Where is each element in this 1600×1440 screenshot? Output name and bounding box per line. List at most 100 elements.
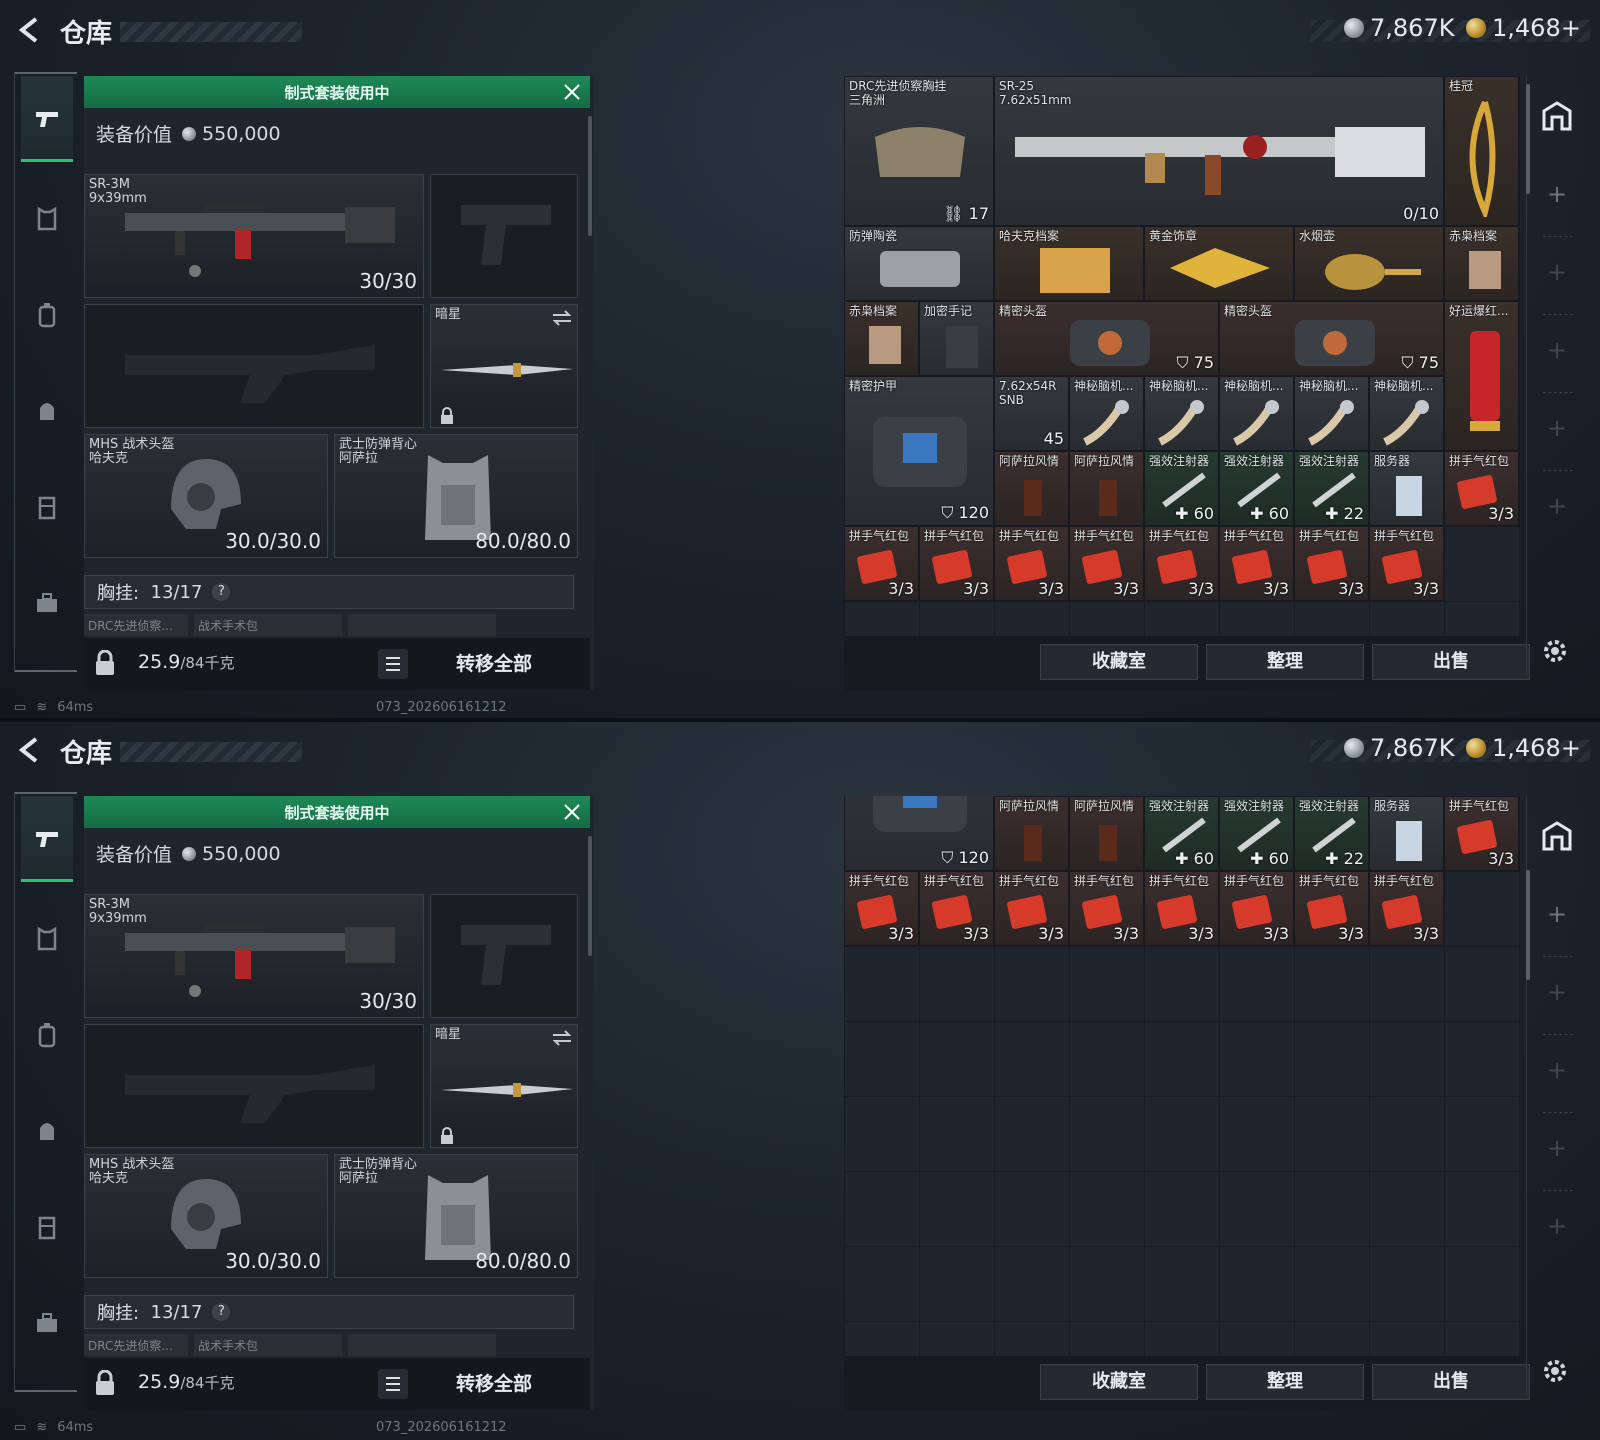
chest-item-empty[interactable] xyxy=(348,614,496,636)
item-owl-file[interactable]: 赤枭档案 xyxy=(1444,226,1519,301)
stash-tab-main[interactable] xyxy=(1537,816,1577,856)
help-icon[interactable]: ? xyxy=(212,1303,231,1321)
item-gold-badge[interactable]: 黄金饰章 xyxy=(1144,226,1294,301)
help-icon[interactable]: ? xyxy=(212,583,231,601)
item-ceramic-plate[interactable]: 防弹陶瓷 xyxy=(844,226,994,301)
body-armor-slot[interactable]: 武士防弹背心 阿萨拉 80.0/80.0 xyxy=(334,1154,578,1278)
item-injector[interactable]: 强效注射器 ✚ 60 xyxy=(1144,451,1219,526)
item-red-envelope[interactable]: 拼手气红包 3/3 xyxy=(1369,526,1444,601)
item-brain-chip[interactable]: 神秘脑机... xyxy=(1294,376,1369,451)
back-arrow-icon[interactable] xyxy=(16,736,44,764)
stash-tab-main[interactable] xyxy=(1537,96,1577,136)
lock-icon[interactable] xyxy=(94,1370,116,1396)
add-tab-button[interactable]: + xyxy=(1537,972,1577,1012)
lock-icon[interactable] xyxy=(94,650,116,676)
close-icon[interactable] xyxy=(562,82,582,102)
item-brain-chip[interactable]: 神秘脑机... xyxy=(1219,376,1294,451)
currency-gold[interactable]: 1,468+ xyxy=(1466,734,1581,762)
nav-container[interactable] xyxy=(21,464,73,550)
primary-weapon-slot[interactable]: SR-3M 9x39mm 30/30 xyxy=(84,894,424,1018)
sort-button[interactable]: 整理 xyxy=(1206,1364,1364,1400)
nav-weapons[interactable] xyxy=(21,796,73,882)
nav-armor[interactable] xyxy=(21,896,73,982)
primary-weapon-slot[interactable]: SR-3M 9x39mm 30/30 xyxy=(84,174,424,298)
item-injector[interactable]: 强效注射器 ✚ 22 xyxy=(1294,796,1369,871)
item-injector[interactable]: 强效注射器 ✚ 60 xyxy=(1219,796,1294,871)
item-asala-drink[interactable]: 阿萨拉风情 xyxy=(1069,451,1144,526)
add-tab-button[interactable]: + xyxy=(1537,408,1577,448)
back-arrow-icon[interactable] xyxy=(16,16,44,44)
secondary-weapon-slot-empty[interactable] xyxy=(84,304,424,428)
chest-item[interactable]: 战术手术包 xyxy=(194,1334,342,1356)
item-asala-drink[interactable]: 阿萨拉风情 xyxy=(994,451,1069,526)
add-tab-button[interactable]: + xyxy=(1537,174,1577,214)
item-red-envelope[interactable]: 拼手气红包 3/3 xyxy=(919,526,994,601)
add-tab-button[interactable]: + xyxy=(1537,1050,1577,1090)
item-precision-armor[interactable]: 精密护甲 ⛉ 120 xyxy=(844,376,994,526)
item-ammo-762x54r[interactable]: 7.62x54R SNB 45 xyxy=(994,376,1069,451)
list-button[interactable] xyxy=(378,1369,408,1399)
item-lucky-firecracker[interactable]: 好运爆红... xyxy=(1444,301,1519,451)
transfer-all-button[interactable]: 转移全部 xyxy=(424,648,564,680)
item-asala-drink[interactable]: 阿萨拉风情 xyxy=(994,796,1069,871)
item-server[interactable]: 服务器 xyxy=(1369,796,1444,871)
item-encrypted-notes[interactable]: 加密手记 xyxy=(919,301,994,376)
collection-room-button[interactable]: 收藏室 xyxy=(1040,644,1198,680)
body-armor-slot[interactable]: 武士防弹背心 阿萨拉 80.0/80.0 xyxy=(334,434,578,558)
scrollbar[interactable] xyxy=(588,116,592,236)
pistol-slot-empty[interactable] xyxy=(430,174,578,298)
item-precision-helmet[interactable]: 精密头盔 ⛉ 75 xyxy=(994,301,1219,376)
item-brain-chip[interactable]: 神秘脑机... xyxy=(1369,376,1444,451)
add-tab-button[interactable]: + xyxy=(1537,1128,1577,1168)
nav-chest-rig[interactable] xyxy=(21,368,73,454)
chest-item[interactable]: DRC先进侦察... xyxy=(84,614,188,636)
sell-button[interactable]: 出售 xyxy=(1372,1364,1530,1400)
gear-icon[interactable] xyxy=(1540,1356,1570,1386)
close-icon[interactable] xyxy=(562,802,582,822)
item-brain-chip[interactable]: 神秘脑机... xyxy=(1069,376,1144,451)
nav-chest-rig[interactable] xyxy=(21,1088,73,1174)
item-sr-25[interactable]: SR-25 7.62x51mm 0/10 xyxy=(994,76,1444,226)
nav-backpack[interactable] xyxy=(21,272,73,358)
item-red-envelope[interactable]: 拼手气红包 3/3 xyxy=(844,526,919,601)
item-red-envelope[interactable]: 拼手气红包 3/3 xyxy=(1069,526,1144,601)
add-tab-button[interactable]: + xyxy=(1537,486,1577,526)
item-laurel-crown[interactable]: 桂冠 xyxy=(1444,76,1519,226)
list-button[interactable] xyxy=(378,649,408,679)
chest-item[interactable]: 战术手术包 xyxy=(194,614,342,636)
melee-slot[interactable]: 暗星 xyxy=(430,304,578,428)
chest-item[interactable]: DRC先进侦察... xyxy=(84,1334,188,1356)
item-injector[interactable]: 强效注射器 ✚ 60 xyxy=(1144,796,1219,871)
nav-weapons[interactable] xyxy=(21,76,73,162)
add-tab-button[interactable]: + xyxy=(1537,1206,1577,1246)
sort-button[interactable]: 整理 xyxy=(1206,644,1364,680)
item-red-envelope[interactable]: 拼手气红包 3/3 xyxy=(994,871,1069,946)
add-tab-button[interactable]: + xyxy=(1537,252,1577,292)
item-red-envelope[interactable]: 拼手气红包 3/3 xyxy=(1294,526,1369,601)
item-red-envelope[interactable]: 拼手气红包 3/3 xyxy=(1294,871,1369,946)
item-haavk-file[interactable]: 哈夫克档案 xyxy=(994,226,1144,301)
nav-armor[interactable] xyxy=(21,176,73,262)
gear-icon[interactable] xyxy=(1540,636,1570,666)
item-injector[interactable]: 强效注射器 ✚ 22 xyxy=(1294,451,1369,526)
item-server[interactable]: 服务器 xyxy=(1369,451,1444,526)
item-owl-file[interactable]: 赤枭档案 xyxy=(844,301,919,376)
add-tab-button[interactable]: + xyxy=(1537,894,1577,934)
swap-icon[interactable] xyxy=(551,1029,573,1047)
scrollbar[interactable] xyxy=(588,836,592,956)
item-red-envelope[interactable]: 拼手气红包 3/3 xyxy=(1069,871,1144,946)
helmet-slot[interactable]: MHS 战术头盔 哈夫克 30.0/30.0 xyxy=(84,434,328,558)
pistol-slot-empty[interactable] xyxy=(430,894,578,1018)
item-red-envelope[interactable]: 拼手气红包 3/3 xyxy=(994,526,1069,601)
item-brain-chip[interactable]: 神秘脑机... xyxy=(1144,376,1219,451)
item-red-envelope[interactable]: 拼手气红包 3/3 xyxy=(1444,451,1519,526)
item-red-envelope[interactable]: 拼手气红包 3/3 xyxy=(919,871,994,946)
item-red-envelope[interactable]: 拼手气红包 3/3 xyxy=(1369,871,1444,946)
collection-room-button[interactable]: 收藏室 xyxy=(1040,1364,1198,1400)
nav-toolbox[interactable] xyxy=(21,1280,73,1366)
item-red-envelope[interactable]: 拼手气红包 3/3 xyxy=(1144,526,1219,601)
item-drc-chest-rig[interactable]: DRC先进侦察胸挂 三角洲 ⛓ 17 xyxy=(844,76,994,226)
melee-slot[interactable]: 暗星 xyxy=(430,1024,578,1148)
stash-grid[interactable]: DRC先进侦察胸挂 三角洲 ⛓ 17 SR-25 7.62x51mm 0/10 … xyxy=(844,76,1520,636)
item-red-envelope[interactable]: 拼手气红包 3/3 xyxy=(1219,526,1294,601)
